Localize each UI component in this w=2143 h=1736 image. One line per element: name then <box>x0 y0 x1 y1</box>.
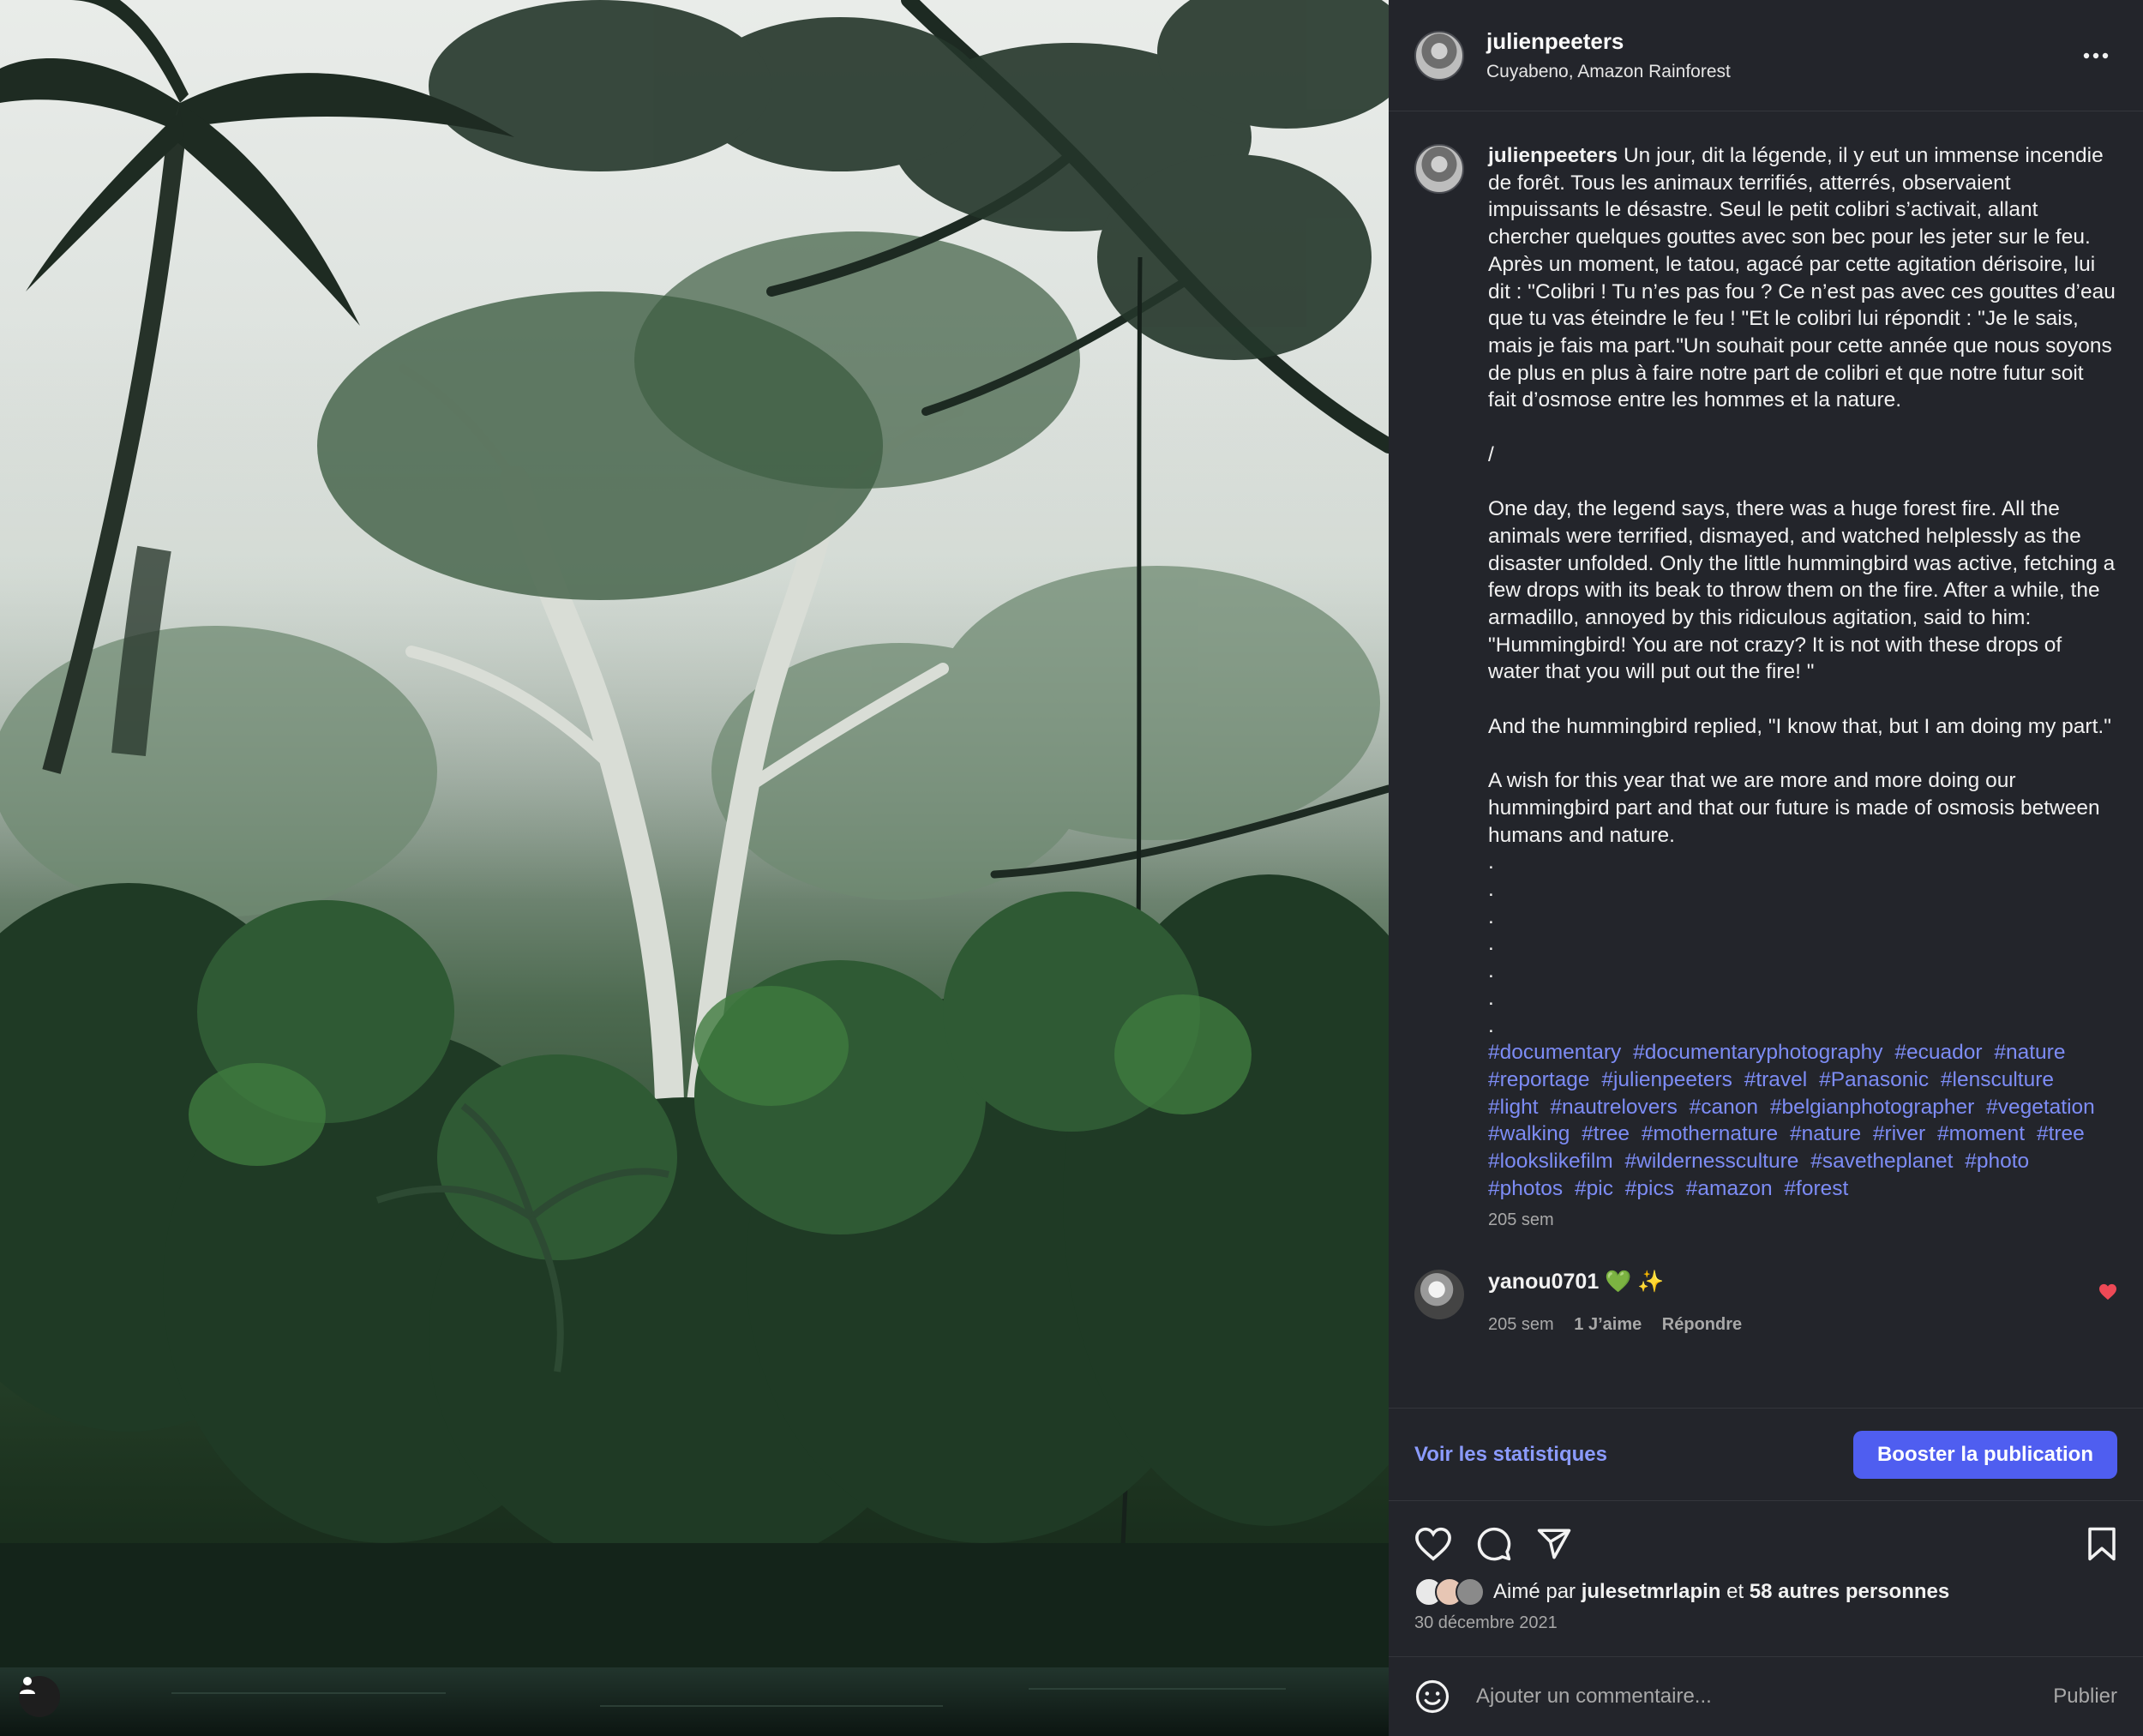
post-side-panel: julienpeeters Cuyabeno, Amazon Rainfores… <box>1389 0 2143 1736</box>
hashtag-link[interactable]: #julienpeeters <box>1601 1068 1732 1091</box>
hashtag-link[interactable]: #river <box>1873 1122 1925 1145</box>
emoji-button[interactable] <box>1414 1679 1450 1715</box>
hashtag-link[interactable]: #travel <box>1744 1068 1808 1091</box>
hashtag-link[interactable]: #photo <box>1965 1150 2029 1173</box>
post-actions <box>1389 1500 2143 1586</box>
liked-by-others[interactable]: 58 autres personnes <box>1750 1580 1949 1603</box>
hashtag-link[interactable]: #lensculture <box>1941 1068 2054 1091</box>
hashtag-link[interactable]: #forest <box>1784 1177 1848 1200</box>
comment-likes-count[interactable]: 1 J’aime <box>1574 1315 1642 1334</box>
post-header: julienpeeters Cuyabeno, Amazon Rainfores… <box>1389 0 2143 111</box>
smiley-icon <box>1415 1679 1450 1714</box>
comment-item: yanou0701 💚 ✨ 205 sem 1 J’aime Répondre <box>1414 1270 2117 1335</box>
heart-filled-icon <box>2099 1284 2116 1300</box>
hashtag-link[interactable]: #savetheplanet <box>1810 1150 1953 1173</box>
comment-reply-button[interactable]: Répondre <box>1662 1315 1742 1334</box>
comment-bubble-icon <box>1477 1527 1511 1560</box>
share-button[interactable] <box>1536 1526 1572 1562</box>
commenter-username[interactable]: yanou0701 <box>1488 1270 1599 1294</box>
hashtag-link[interactable]: #belgianphotographer <box>1770 1096 1974 1119</box>
post-location[interactable]: Cuyabeno, Amazon Rainforest <box>1486 62 2074 82</box>
author-username[interactable]: julienpeeters <box>1486 28 2074 55</box>
post-caption: julienpeeters Un jour, dit la légende, i… <box>1414 142 2117 1230</box>
hashtag-link[interactable]: #pics <box>1625 1177 1674 1200</box>
hashtag-link[interactable]: #amazon <box>1686 1177 1773 1200</box>
hashtag-link[interactable]: #ecuador <box>1894 1041 1982 1064</box>
post-viewer: julienpeeters Cuyabeno, Amazon Rainfores… <box>0 0 2143 1736</box>
caption-text: Un jour, dit la légende, il y eut un imm… <box>1488 144 2116 1037</box>
comment-button[interactable] <box>1476 1526 1512 1562</box>
bookmark-icon <box>2088 1527 2116 1560</box>
hashtag-link[interactable]: #photos <box>1488 1177 1563 1200</box>
liked-by-prefix: Aimé par <box>1493 1580 1576 1603</box>
like-button[interactable] <box>1414 1527 1452 1561</box>
comment-like-button[interactable] <box>2098 1283 2117 1305</box>
caption-username[interactable]: julienpeeters <box>1488 144 1618 167</box>
likes-summary: Aimé par julesetmrlapin et 58 autres per… <box>1414 1577 1949 1607</box>
heart-icon <box>1415 1527 1451 1561</box>
caption-hashtags: #documentary #documentaryphotography #ec… <box>1488 1039 2117 1202</box>
hashtag-link[interactable]: #nautrelovers <box>1550 1096 1677 1119</box>
boost-post-button[interactable]: Booster la publication <box>1852 1430 2117 1479</box>
tagged-users-button[interactable] <box>19 1676 60 1717</box>
send-icon <box>1537 1529 1571 1559</box>
hashtag-link[interactable]: #walking <box>1488 1122 1570 1145</box>
view-insights-link[interactable]: Voir les statistiques <box>1414 1443 1607 1467</box>
hashtag-link[interactable]: #tree <box>2037 1122 2085 1145</box>
hashtag-link[interactable]: #wildernessculture <box>1625 1150 1799 1173</box>
owner-actions-bar: Voir les statistiques Booster la publica… <box>1389 1408 2143 1500</box>
save-button[interactable] <box>2086 1526 2117 1562</box>
hashtag-link[interactable]: #vegetation <box>1986 1096 2095 1119</box>
publish-comment-button[interactable]: Publier <box>2053 1685 2117 1709</box>
author-avatar[interactable] <box>1414 30 1464 81</box>
hashtag-link[interactable]: #moment <box>1937 1122 2025 1145</box>
commenter-avatar[interactable] <box>1414 1270 1464 1320</box>
hashtag-link[interactable]: #mothernature <box>1642 1122 1778 1145</box>
hashtag-link[interactable]: #light <box>1488 1096 1539 1119</box>
liked-by-conjunction: et <box>1726 1580 1744 1603</box>
caption-author-avatar[interactable] <box>1414 144 1464 194</box>
hashtag-link[interactable]: #documentaryphotography <box>1633 1041 1882 1064</box>
caption-time: 205 sem <box>1488 1210 1554 1230</box>
liked-by-text[interactable]: Aimé par julesetmrlapin et 58 autres per… <box>1493 1580 1949 1604</box>
hashtag-link[interactable]: #lookslikefilm <box>1488 1150 1613 1173</box>
post-date[interactable]: 30 décembre 2021 <box>1414 1613 1558 1633</box>
hashtag-link[interactable]: #reportage <box>1488 1068 1590 1091</box>
comments-scroll-area[interactable]: julienpeeters Un jour, dit la légende, i… <box>1389 111 2143 1335</box>
liker-avatar[interactable] <box>1456 1577 1485 1607</box>
more-options-button[interactable] <box>2074 34 2117 77</box>
comment-text: 💚 ✨ <box>1605 1270 1665 1294</box>
post-photo[interactable] <box>0 0 1389 1736</box>
hashtag-link[interactable]: #nature <box>1790 1122 1861 1145</box>
hashtag-link[interactable]: #Panasonic <box>1819 1068 1929 1091</box>
comment-time: 205 sem <box>1488 1315 1554 1335</box>
rainforest-photo <box>0 0 1389 1736</box>
liked-by-user[interactable]: julesetmrlapin <box>1582 1580 1721 1603</box>
more-horizontal-icon <box>2083 52 2109 58</box>
hashtag-link[interactable]: #pic <box>1575 1177 1613 1200</box>
hashtag-link[interactable]: #canon <box>1690 1096 1758 1119</box>
user-icon <box>20 1677 35 1694</box>
hashtag-link[interactable]: #nature <box>1994 1041 2065 1064</box>
comment-input[interactable] <box>1474 1684 2054 1709</box>
hashtag-link[interactable]: #tree <box>1582 1122 1630 1145</box>
add-comment-bar: Publier <box>1389 1656 2143 1736</box>
hashtag-link[interactable]: #documentary <box>1488 1041 1621 1064</box>
